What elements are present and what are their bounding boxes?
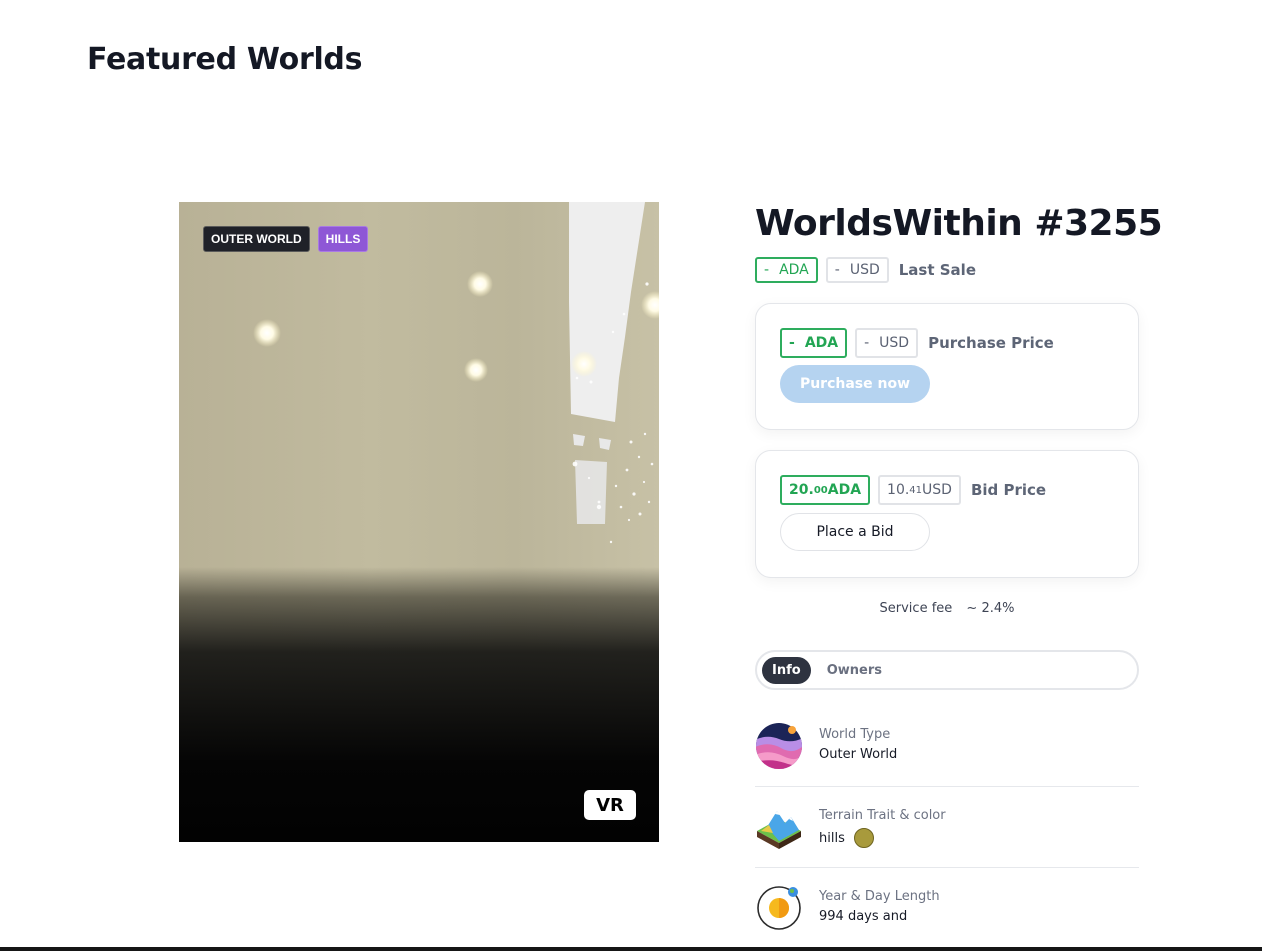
last-sale-usd: - USD bbox=[825, 257, 889, 283]
info-tabs: Info Owners bbox=[755, 650, 1139, 690]
purchase-now-button[interactable]: Purchase now bbox=[780, 365, 930, 403]
service-fee: Service fee ~ 2.4% bbox=[755, 601, 1139, 616]
tag-outer-world: OUTER WORLD bbox=[203, 226, 310, 252]
terrain-color-swatch bbox=[853, 828, 874, 848]
page-title: Featured Worlds bbox=[87, 42, 363, 77]
last-sale-label: Last Sale bbox=[898, 261, 976, 279]
bid-price-label: Bid Price bbox=[970, 481, 1047, 499]
world-type-value: Outer World bbox=[819, 747, 898, 762]
tag-hills: HILLS bbox=[317, 226, 369, 252]
purchase-card: - ADA - USD Purchase Price Purchase now bbox=[755, 303, 1139, 430]
planet-icon bbox=[756, 723, 802, 769]
place-bid-button[interactable]: Place a Bid bbox=[780, 513, 930, 551]
orbit-icon bbox=[757, 886, 801, 930]
last-sale-row: - ADA - USD Last Sale bbox=[755, 257, 976, 283]
bid-usd: 10. 41 USD bbox=[878, 475, 961, 505]
world-scene bbox=[253, 202, 659, 544]
bid-ada: 20. 00 ADA bbox=[780, 475, 871, 505]
tab-owners[interactable]: Owners bbox=[817, 657, 892, 684]
tab-info[interactable]: Info bbox=[762, 656, 811, 684]
world-preview[interactable]: OUTER WORLD HILLS VR bbox=[179, 202, 659, 842]
nft-title: WorldsWithin #3255 bbox=[755, 203, 1163, 244]
info-terrain: Terrain Trait & color hills bbox=[755, 803, 1139, 868]
purchase-ada: - ADA bbox=[780, 328, 848, 358]
world-type-label: World Type bbox=[819, 727, 891, 742]
world-tags: OUTER WORLD HILLS bbox=[203, 226, 369, 252]
info-world-type: World Type Outer World bbox=[755, 722, 1139, 787]
service-fee-value: ~ 2.4% bbox=[966, 601, 1015, 616]
purchase-price-label: Purchase Price bbox=[928, 334, 1054, 352]
year-day-value: 994 days and bbox=[819, 909, 908, 924]
info-year-day: Year & Day Length 994 days and bbox=[755, 884, 1139, 934]
terrain-value: hills bbox=[819, 828, 946, 848]
bid-price-row: 20. 00 ADA 10. 41 USD Bid Price bbox=[780, 475, 1114, 505]
bid-card: 20. 00 ADA 10. 41 USD Bid Price Place a Bi… bbox=[755, 450, 1139, 578]
terrain-icon bbox=[757, 811, 801, 849]
terrain-label: Terrain Trait & color bbox=[819, 808, 946, 823]
vr-button[interactable]: VR bbox=[584, 790, 636, 820]
last-sale-ada: - ADA bbox=[755, 257, 818, 283]
purchase-usd: - USD bbox=[855, 328, 919, 358]
purchase-price-row: - ADA - USD Purchase Price bbox=[780, 328, 1114, 358]
service-fee-label: Service fee bbox=[879, 601, 953, 616]
bottom-bar bbox=[0, 947, 1262, 951]
year-day-label: Year & Day Length bbox=[819, 889, 940, 904]
